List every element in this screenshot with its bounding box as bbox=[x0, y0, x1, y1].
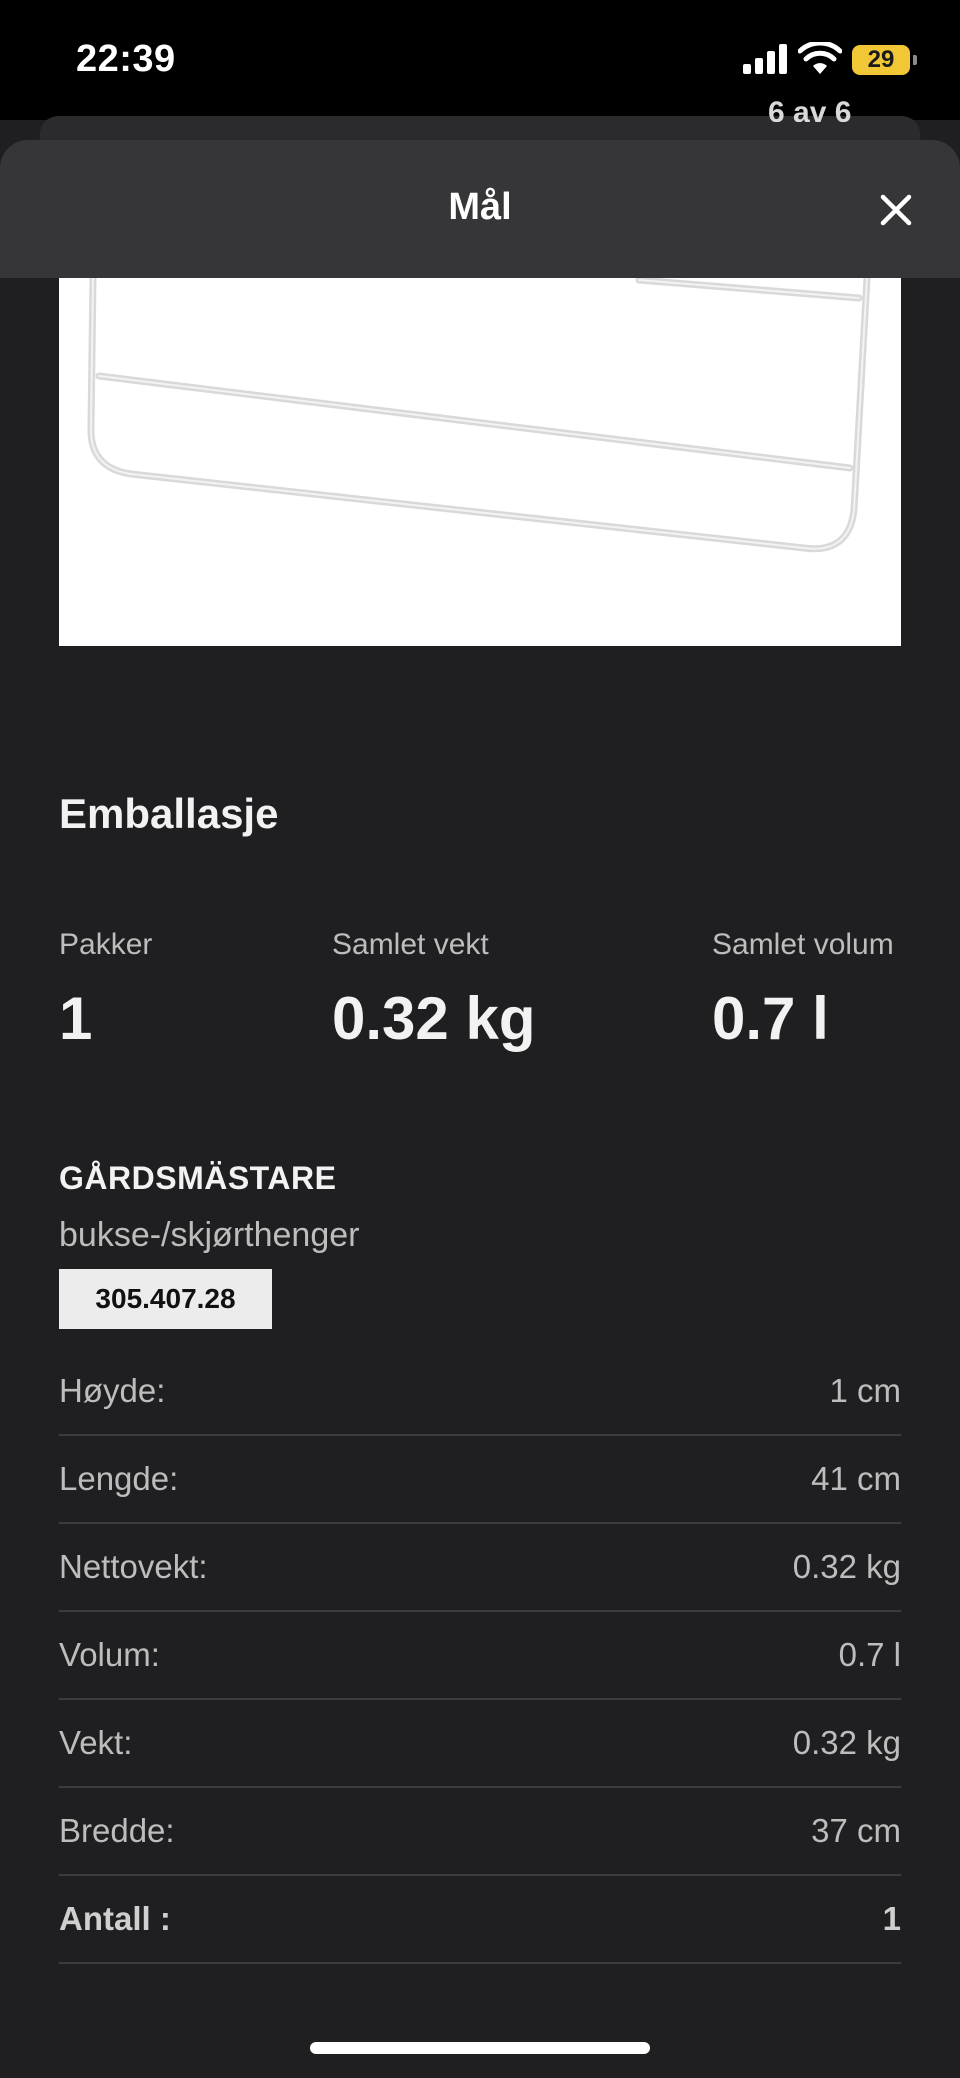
sheet-header: Mål bbox=[0, 140, 960, 278]
home-indicator[interactable] bbox=[310, 2042, 650, 2054]
wifi-icon bbox=[798, 42, 842, 74]
summary-value: 0.7 l bbox=[712, 985, 829, 1052]
battery-icon: 29 bbox=[852, 45, 910, 75]
spec-label: Høyde: bbox=[59, 1372, 166, 1409]
spec-row-height: Høyde: 1 cm bbox=[59, 1348, 901, 1436]
summary-label: Pakker bbox=[59, 928, 153, 961]
spec-value: 0.32 kg bbox=[792, 1724, 901, 1761]
spec-value: 0.32 kg bbox=[792, 1548, 901, 1585]
summary-label: Samlet volum bbox=[712, 928, 894, 961]
spec-list: Høyde: 1 cm Lengde: 41 cm Nettovekt: 0.3… bbox=[59, 1348, 901, 1964]
spec-row-volume: Volum: 0.7 l bbox=[59, 1612, 901, 1700]
battery-level: 29 bbox=[867, 46, 895, 73]
product-name: GÅRDSMÄSTARE bbox=[59, 1160, 337, 1196]
product-description: bukse-/skjørthenger bbox=[59, 1216, 360, 1254]
summary-packages: Pakker 1 bbox=[59, 928, 152, 1053]
product-image bbox=[59, 278, 901, 646]
summary-value: 1 bbox=[59, 985, 93, 1052]
spec-row-length: Lengde: 41 cm bbox=[59, 1436, 901, 1524]
spec-value: 1 bbox=[882, 1900, 901, 1937]
article-number-badge: 305.407.28 bbox=[59, 1269, 272, 1329]
spec-value: 0.7 l bbox=[838, 1636, 901, 1673]
battery-cap bbox=[913, 55, 917, 65]
spec-value: 41 cm bbox=[811, 1460, 901, 1497]
close-icon[interactable] bbox=[870, 184, 922, 236]
summary-total-weight: Samlet vekt 0.32 kg bbox=[332, 928, 535, 1053]
spec-row-net-weight: Nettovekt: 0.32 kg bbox=[59, 1524, 901, 1612]
screen: 22:39 29 6 av 6 Mål Emballasje Pakker 1 … bbox=[0, 0, 960, 2078]
summary-value: 0.32 kg bbox=[332, 985, 536, 1052]
section-title-packaging: Emballasje bbox=[59, 790, 279, 837]
summary-label: Samlet vekt bbox=[332, 928, 489, 961]
sheet-title: Mål bbox=[448, 186, 512, 228]
spec-label: Lengde: bbox=[59, 1460, 179, 1497]
cellular-signal-icon bbox=[743, 44, 787, 74]
spec-row-quantity: Antall : 1 bbox=[59, 1876, 901, 1964]
spec-label: Volum: bbox=[59, 1636, 160, 1673]
spec-value: 1 cm bbox=[829, 1372, 901, 1409]
status-time: 22:39 bbox=[76, 38, 176, 80]
image-counter: 6 av 6 bbox=[768, 98, 852, 122]
spec-row-weight: Vekt: 0.32 kg bbox=[59, 1700, 901, 1788]
spec-label: Bredde: bbox=[59, 1812, 175, 1849]
summary-total-volume: Samlet volum 0.7 l bbox=[712, 928, 894, 1053]
spec-value: 37 cm bbox=[811, 1812, 901, 1849]
spec-label: Vekt: bbox=[59, 1724, 133, 1761]
hanger-illustration bbox=[87, 278, 871, 553]
spec-row-width: Bredde: 37 cm bbox=[59, 1788, 901, 1876]
spec-label: Nettovekt: bbox=[59, 1548, 208, 1585]
spec-label: Antall : bbox=[59, 1900, 171, 1937]
